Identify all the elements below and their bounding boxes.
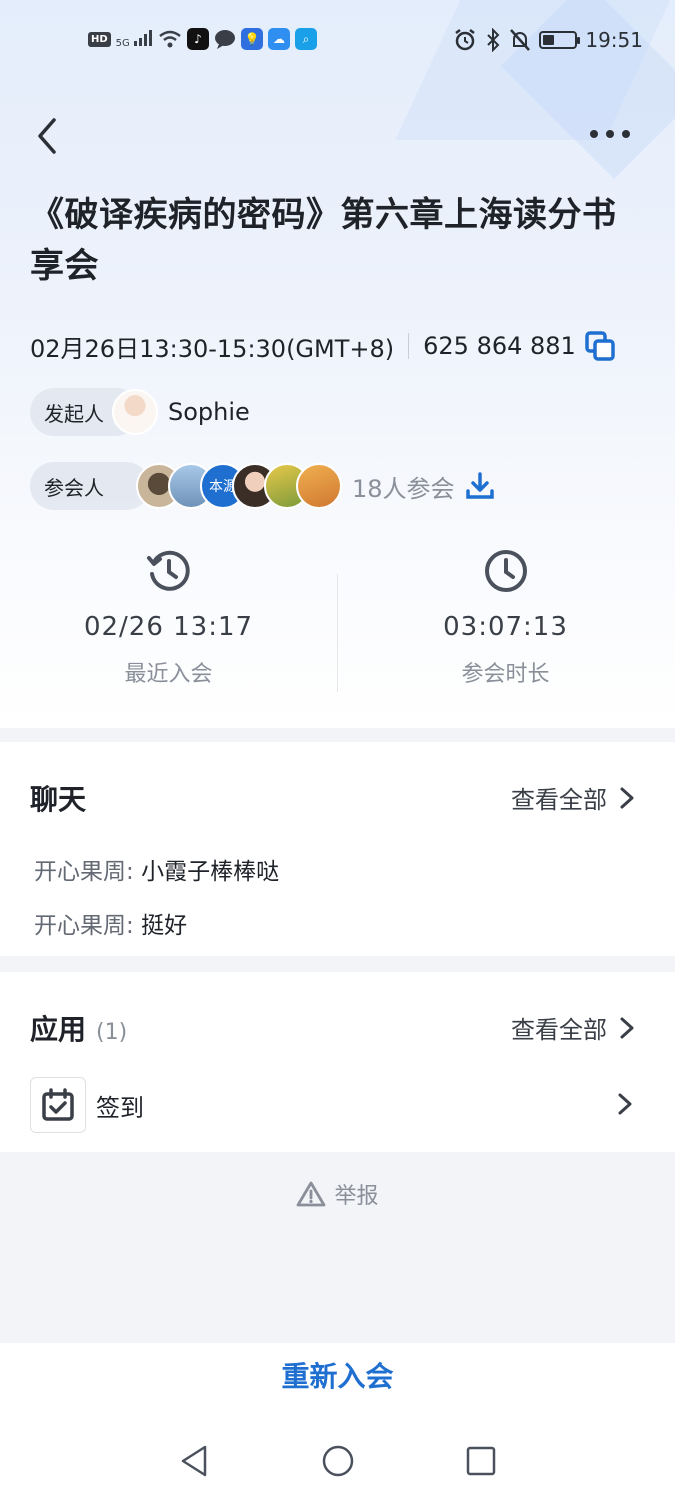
copy-icon[interactable] <box>584 330 616 362</box>
hd-icon: HD <box>88 31 111 47</box>
view-all-label: 查看全部 <box>511 786 607 814</box>
battery-level <box>543 35 555 45</box>
system-nav-bar <box>0 1439 675 1489</box>
duration-label: 参会时长 <box>461 662 550 687</box>
bottom-bar: 重新入会 <box>0 1343 675 1500</box>
apps-title-text: 应用 <box>30 1013 87 1046</box>
chat-view-all-button[interactable]: 查看全部 <box>511 780 635 815</box>
battery-icon <box>539 31 581 49</box>
recent-join-value: 02/26 13:17 <box>83 612 254 642</box>
chat-title: 聊天 <box>30 778 88 820</box>
mute-bell-icon <box>510 29 531 51</box>
chat-sender: 开心果周: <box>34 913 134 939</box>
organizer-row[interactable]: 发起人 Sophie <box>30 388 250 436</box>
more-icon[interactable] <box>588 122 632 146</box>
recent-join-stat: 02/26 13:17 最近入会 <box>0 548 337 688</box>
duration-value: 03:07:13 <box>443 612 568 642</box>
nav-recents-icon[interactable] <box>463 1443 499 1479</box>
apps-section: 应用 (1) 查看全部 签到 <box>0 972 675 1152</box>
chat-text: 小霞子棒棒哒 <box>141 859 280 885</box>
history-icon <box>146 550 190 591</box>
wifi-icon <box>159 30 181 48</box>
attendees-label: 参会人 <box>30 462 150 510</box>
meeting-id: 625 864 881 <box>423 332 576 360</box>
weather-app-icon: ☁ <box>267 28 290 50</box>
chevron-right-icon <box>618 1093 632 1115</box>
clock-icon <box>484 550 527 592</box>
chat-message: 开心果周: 小霞子棒棒哒 <box>34 852 279 886</box>
signal-bars-icon <box>133 29 152 46</box>
warning-icon <box>297 1181 326 1207</box>
download-icon[interactable] <box>465 471 495 501</box>
view-all-label: 查看全部 <box>511 1016 607 1044</box>
divider <box>408 333 410 359</box>
alarm-icon <box>455 29 476 51</box>
chat-sender: 开心果周: <box>34 859 134 885</box>
app-name: 签到 <box>96 1093 144 1122</box>
back-icon[interactable] <box>34 116 64 156</box>
apps-view-all-button[interactable]: 查看全部 <box>511 1010 635 1045</box>
report-label: 举报 <box>334 1184 379 1209</box>
apps-title: 应用 (1) <box>30 1008 128 1050</box>
meeting-stats: 02/26 13:17 最近入会 03:07:13 参会时长 <box>0 548 675 698</box>
bulb-app-icon: 💡 <box>240 28 263 50</box>
avatar <box>112 389 158 435</box>
rejoin-button[interactable]: 重新入会 <box>0 1355 675 1395</box>
status-time: 19:51 <box>585 28 643 52</box>
status-bar: HD 5G ♪ 💡 ☁ ⌕ 19:51 <box>0 24 675 60</box>
attendees-row[interactable]: 参会人 本源 18人参会 <box>30 462 495 510</box>
meeting-meta: 02月26日13:30-15:30(GMT+8) 625 864 881 <box>30 326 616 366</box>
meeting-time: 02月26日13:30-15:30(GMT+8) <box>30 334 395 363</box>
chat-section: 聊天 查看全部 开心果周: 小霞子棒棒哒 开心果周: 挺好 <box>0 742 675 956</box>
app-item-checkin[interactable]: 签到 <box>30 1076 645 1134</box>
nav-back-icon[interactable] <box>177 1443 213 1479</box>
status-left: HD 5G ♪ 💡 ☁ ⌕ <box>88 28 317 50</box>
signal-label: 5G <box>115 37 130 49</box>
duration-stat: 03:07:13 参会时长 <box>337 548 674 688</box>
calendar-check-icon <box>30 1077 86 1133</box>
search-app-icon: ⌕ <box>294 28 317 50</box>
chat-message: 开心果周: 挺好 <box>34 906 187 940</box>
report-button[interactable]: 举报 <box>0 1178 675 1210</box>
signal-5g-icon: 5G <box>115 29 153 49</box>
message-icon <box>214 30 235 49</box>
recent-join-label: 最近入会 <box>124 662 213 687</box>
attendee-count: 18人参会 <box>352 474 455 503</box>
chat-title-text: 聊天 <box>30 783 87 816</box>
tiktok-icon: ♪ <box>186 28 209 50</box>
avatar <box>296 463 342 509</box>
status-right: 19:51 <box>453 28 643 52</box>
organizer-name: Sophie <box>168 398 250 426</box>
chat-text: 挺好 <box>141 913 188 939</box>
chevron-right-icon <box>620 1017 634 1038</box>
apps-count: (1) <box>96 1020 128 1045</box>
page-title: 《破译疾病的密码》第六章上海读分书享会 <box>30 195 617 286</box>
nav-home-icon[interactable] <box>320 1443 356 1479</box>
bluetooth-icon <box>487 28 500 52</box>
chevron-right-icon <box>620 787 634 808</box>
